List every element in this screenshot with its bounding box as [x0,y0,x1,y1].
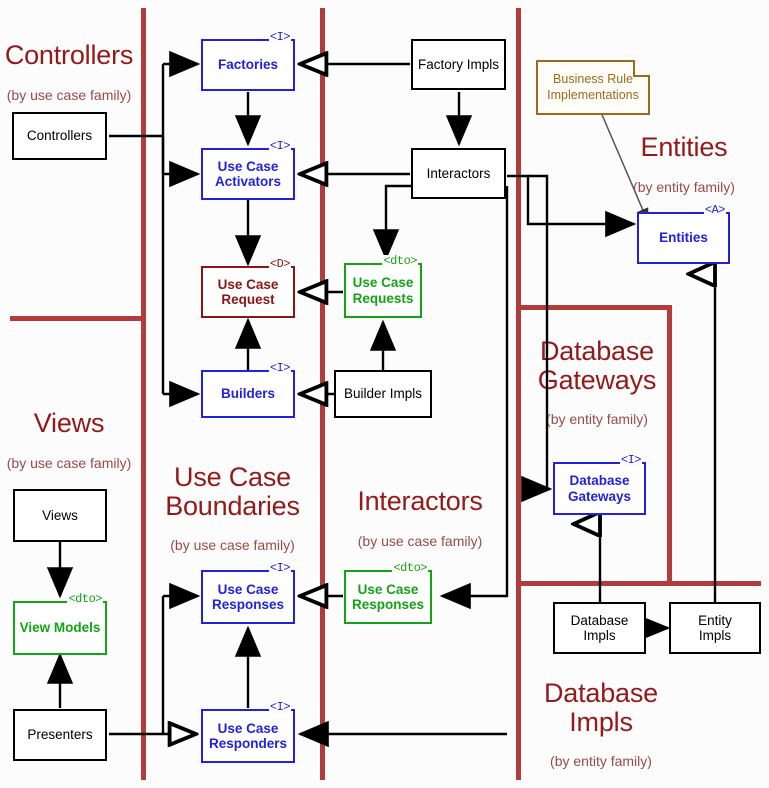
box-label: Entities [659,230,708,246]
box-controllers[interactable]: Controllers [12,112,107,160]
box-database-impls[interactable]: Database Impls [553,602,646,654]
region-title: Use Case Boundaries [165,461,300,521]
region-title: Database Gateways [537,335,657,395]
region-subtitle: (by use case family) [6,86,132,103]
box-views[interactable]: Views [13,489,107,542]
box-builders[interactable]: <I> Builders [201,362,295,418]
stereotype-abstract: <A> [703,203,726,217]
stereotype-dto: <dto> [382,254,418,268]
region-subtitle: (by entity family) [550,753,652,770]
divider-vertical-interactors [516,8,521,780]
box-label: Entity Impls [698,612,732,643]
region-title: Entities [640,131,728,162]
box-label: Use Case Responders [208,720,288,751]
divider-vertical-boundaries [320,8,325,780]
box-label: Controllers [26,128,93,144]
box-label: Builder Impls [343,386,423,402]
box-label: Interactors [426,165,491,181]
region-title: Controllers [4,39,134,70]
architecture-diagram: Controllers (by use case family) Views (… [0,0,769,788]
box-factories[interactable]: <I> Factories [201,31,295,91]
box-label: Use Case Request [217,276,279,307]
box-use-case-request[interactable]: <D> Use Case Request [201,258,295,318]
box-use-case-responses-interface[interactable]: <I> Use Case Responses [201,562,295,624]
box-presenters[interactable]: Presenters [13,709,107,761]
box-label: Builders [220,386,275,402]
region-subtitle: (by entity family) [546,411,648,428]
region-caption-use-case-boundaries: Use Case Boundaries (by use case family) [150,446,315,570]
note-label: Business Rule Implementations [547,71,639,102]
box-interactors[interactable]: Interactors [411,148,506,199]
box-label: Use Case Requests [352,275,414,306]
region-caption-entities: Entities (by entity family) [600,116,768,211]
stereotype-interface: <I> [268,561,291,575]
box-label: Database Impls [570,612,629,643]
box-use-case-activators[interactable]: <I> Use Case Activators [201,140,295,200]
box-use-case-responses-dto[interactable]: <dto> Use Case Responses [344,562,432,624]
note-fold-icon [633,60,650,77]
box-label: View Models [19,620,101,636]
stereotype-interface: <I> [268,30,291,44]
stereotype-dto: <dto> [392,561,428,575]
stereotype-interface: <I> [268,139,291,153]
box-factory-impls[interactable]: Factory Impls [411,39,506,90]
region-caption-controllers: Controllers (by use case family) [0,24,138,119]
box-entity-impls[interactable]: Entity Impls [669,602,761,654]
box-label: Factory Impls [417,56,499,72]
stereotype-dto: <dto> [67,592,103,606]
box-use-case-responders[interactable]: <I> Use Case Responders [201,701,295,763]
region-title: Views [33,407,105,438]
stereotype-interface: <I> [268,700,291,714]
divider-horizontal-gateways-top [518,305,672,310]
region-subtitle: (by use case family) [357,532,483,549]
region-title: Interactors [357,485,483,516]
region-caption-views: Views (by use case family) [0,392,138,487]
note-business-rule-implementations: Business Rule Implementations [536,60,650,115]
box-database-gateways[interactable]: <I> Database Gateways [553,454,646,515]
box-label: Database Gateways [567,473,632,504]
region-subtitle: (by use case family) [170,537,295,554]
box-builder-impls[interactable]: Builder Impls [334,370,432,418]
divider-horizontal-database-impls [518,581,761,586]
box-view-models[interactable]: <dto> View Models [13,593,107,655]
region-caption-interactors: Interactors (by use case family) [325,470,515,565]
box-label: Use Case Responses [211,581,285,612]
region-subtitle: (by entity family) [633,178,735,195]
box-label: Presenters [27,727,93,743]
stereotype-interface: <I> [268,361,291,375]
divider-horizontal-controllers-views [10,316,146,321]
stereotype-data-structure: <D> [268,257,291,271]
box-label: Use Case Responses [351,581,425,612]
divider-vertical-controllers [141,8,146,780]
box-label: Use Case Activators [214,158,282,189]
region-title: Database Impls [544,677,658,737]
box-entities[interactable]: <A> Entities [637,204,730,264]
box-label: Views [42,507,78,523]
region-caption-database-gateways: Database Gateways (by entity family) [522,320,672,444]
region-subtitle: (by use case family) [6,454,132,471]
box-use-case-requests-dto[interactable]: <dto> Use Case Requests [344,255,422,318]
region-caption-database-impls: Database Impls (by entity family) [522,662,680,786]
box-label: Factories [217,57,279,73]
stereotype-interface: <I> [619,453,642,467]
